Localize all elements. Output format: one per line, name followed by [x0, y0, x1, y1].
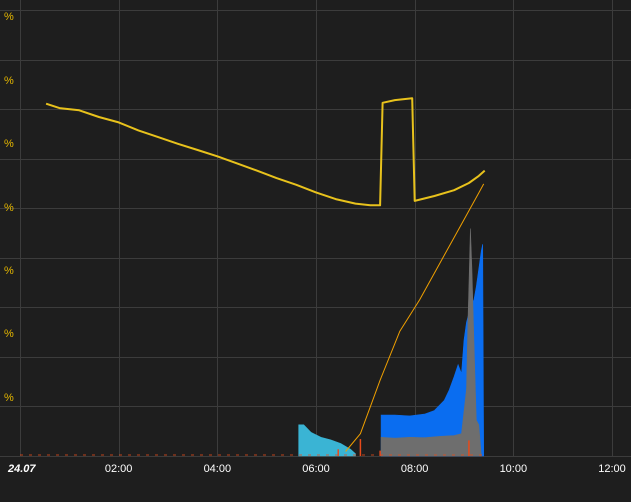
y-tick-label: % — [4, 392, 14, 404]
x-tick-label: 08:00 — [401, 463, 429, 475]
y-tick-label: % — [4, 75, 14, 87]
chart-svg: %%%%%%% 24.07 02:00 04:00 06:00 08:00 10:00 12… — [0, 0, 631, 497]
chart: %%%%%%% 24.07 02:00 04:00 06:00 08:00 10:00 12… — [0, 0, 631, 497]
x-tick-label: 12:00 — [598, 463, 626, 475]
chart-background — [0, 0, 631, 497]
x-date-label: 24.07 — [7, 463, 36, 475]
y-tick-label: % — [4, 265, 14, 277]
y-tick-label: % — [4, 202, 14, 214]
x-tick-label: 02:00 — [105, 463, 133, 475]
y-tick-label: % — [4, 11, 14, 23]
y-tick-label: % — [4, 138, 14, 150]
x-tick-label: 10:00 — [500, 463, 528, 475]
x-tick-label: 06:00 — [302, 463, 330, 475]
x-tick-label: 04:00 — [204, 463, 232, 475]
y-tick-label: % — [4, 328, 14, 340]
